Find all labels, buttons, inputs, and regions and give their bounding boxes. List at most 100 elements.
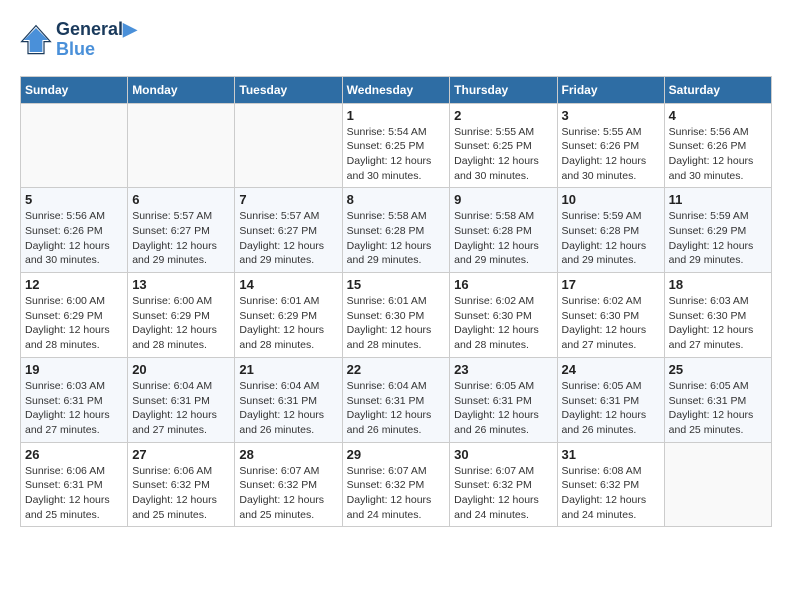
calendar-day-cell: 11 Sunrise: 5:59 AM Sunset: 6:29 PM Dayli… <box>664 188 771 273</box>
day-number: 13 <box>132 277 230 292</box>
day-info: Sunrise: 5:56 AM Sunset: 6:26 PM Dayligh… <box>669 125 767 184</box>
day-info: Sunrise: 6:05 AM Sunset: 6:31 PM Dayligh… <box>669 379 767 438</box>
calendar-day-cell: 26 Sunrise: 6:06 AM Sunset: 6:31 PM Dayli… <box>21 442 128 527</box>
day-info: Sunrise: 6:06 AM Sunset: 6:32 PM Dayligh… <box>132 464 230 523</box>
day-header-wednesday: Wednesday <box>342 76 450 103</box>
day-number: 17 <box>562 277 660 292</box>
calendar-week-4: 19 Sunrise: 6:03 AM Sunset: 6:31 PM Dayli… <box>21 357 772 442</box>
calendar-week-5: 26 Sunrise: 6:06 AM Sunset: 6:31 PM Dayli… <box>21 442 772 527</box>
day-header-sunday: Sunday <box>21 76 128 103</box>
calendar-day-cell <box>21 103 128 188</box>
day-info: Sunrise: 6:02 AM Sunset: 6:30 PM Dayligh… <box>562 294 660 353</box>
day-info: Sunrise: 6:07 AM Sunset: 6:32 PM Dayligh… <box>454 464 552 523</box>
calendar-day-cell: 13 Sunrise: 6:00 AM Sunset: 6:29 PM Dayli… <box>128 273 235 358</box>
day-number: 8 <box>347 192 446 207</box>
day-info: Sunrise: 6:05 AM Sunset: 6:31 PM Dayligh… <box>454 379 552 438</box>
day-number: 22 <box>347 362 446 377</box>
day-number: 26 <box>25 447 123 462</box>
calendar-day-cell: 3 Sunrise: 5:55 AM Sunset: 6:26 PM Daylig… <box>557 103 664 188</box>
calendar-day-cell: 19 Sunrise: 6:03 AM Sunset: 6:31 PM Dayli… <box>21 357 128 442</box>
logo-text: General▶ Blue <box>56 20 137 60</box>
calendar-day-cell <box>235 103 342 188</box>
day-number: 2 <box>454 108 552 123</box>
day-info: Sunrise: 5:58 AM Sunset: 6:28 PM Dayligh… <box>347 209 446 268</box>
day-number: 24 <box>562 362 660 377</box>
calendar-day-cell: 16Sunrise: 6:02 AM Sunset: 6:30 PM Dayli… <box>450 273 557 358</box>
day-number: 1 <box>347 108 446 123</box>
calendar-day-cell: 23 Sunrise: 6:05 AM Sunset: 6:31 PM Dayli… <box>450 357 557 442</box>
day-info: Sunrise: 5:56 AM Sunset: 6:26 PM Dayligh… <box>25 209 123 268</box>
calendar-week-3: 12 Sunrise: 6:00 AM Sunset: 6:29 PM Dayli… <box>21 273 772 358</box>
day-number: 19 <box>25 362 123 377</box>
calendar-table: SundayMondayTuesdayWednesdayThursdayFrid… <box>20 76 772 528</box>
calendar-day-cell: 20Sunrise: 6:04 AM Sunset: 6:31 PM Dayli… <box>128 357 235 442</box>
day-info: Sunrise: 5:57 AM Sunset: 6:27 PM Dayligh… <box>132 209 230 268</box>
calendar-day-cell: 15 Sunrise: 6:01 AM Sunset: 6:30 PM Dayli… <box>342 273 450 358</box>
day-number: 9 <box>454 192 552 207</box>
day-info: Sunrise: 5:55 AM Sunset: 6:26 PM Dayligh… <box>562 125 660 184</box>
day-number: 28 <box>239 447 337 462</box>
calendar-day-cell: 31Sunrise: 6:08 AM Sunset: 6:32 PM Dayli… <box>557 442 664 527</box>
day-number: 10 <box>562 192 660 207</box>
day-number: 23 <box>454 362 552 377</box>
calendar-week-1: 1 Sunrise: 5:54 AM Sunset: 6:25 PM Daylig… <box>21 103 772 188</box>
day-info: Sunrise: 5:57 AM Sunset: 6:27 PM Dayligh… <box>239 209 337 268</box>
calendar-week-2: 5 Sunrise: 5:56 AM Sunset: 6:26 PM Daylig… <box>21 188 772 273</box>
calendar-day-cell: 8 Sunrise: 5:58 AM Sunset: 6:28 PM Daylig… <box>342 188 450 273</box>
calendar-day-cell: 25Sunrise: 6:05 AM Sunset: 6:31 PM Dayli… <box>664 357 771 442</box>
calendar-day-cell: 28 Sunrise: 6:07 AM Sunset: 6:32 PM Dayli… <box>235 442 342 527</box>
day-number: 16 <box>454 277 552 292</box>
day-header-saturday: Saturday <box>664 76 771 103</box>
calendar-day-cell: 27 Sunrise: 6:06 AM Sunset: 6:32 PM Dayli… <box>128 442 235 527</box>
calendar-day-cell: 21 Sunrise: 6:04 AM Sunset: 6:31 PM Dayli… <box>235 357 342 442</box>
day-info: Sunrise: 6:07 AM Sunset: 6:32 PM Dayligh… <box>347 464 446 523</box>
calendar-day-cell: 4 Sunrise: 5:56 AM Sunset: 6:26 PM Daylig… <box>664 103 771 188</box>
day-info: Sunrise: 6:00 AM Sunset: 6:29 PM Dayligh… <box>25 294 123 353</box>
calendar-header-row: SundayMondayTuesdayWednesdayThursdayFrid… <box>21 76 772 103</box>
day-info: Sunrise: 6:05 AM Sunset: 6:31 PM Dayligh… <box>562 379 660 438</box>
calendar-day-cell: 24 Sunrise: 6:05 AM Sunset: 6:31 PM Dayli… <box>557 357 664 442</box>
day-number: 18 <box>669 277 767 292</box>
day-number: 3 <box>562 108 660 123</box>
day-number: 15 <box>347 277 446 292</box>
day-number: 11 <box>669 192 767 207</box>
calendar-day-cell: 17 Sunrise: 6:02 AM Sunset: 6:30 PM Dayli… <box>557 273 664 358</box>
day-info: Sunrise: 5:59 AM Sunset: 6:28 PM Dayligh… <box>562 209 660 268</box>
day-info: Sunrise: 5:58 AM Sunset: 6:28 PM Dayligh… <box>454 209 552 268</box>
day-info: Sunrise: 6:01 AM Sunset: 6:30 PM Dayligh… <box>347 294 446 353</box>
day-number: 4 <box>669 108 767 123</box>
day-info: Sunrise: 6:03 AM Sunset: 6:30 PM Dayligh… <box>669 294 767 353</box>
day-number: 29 <box>347 447 446 462</box>
day-info: Sunrise: 6:01 AM Sunset: 6:29 PM Dayligh… <box>239 294 337 353</box>
logo-icon <box>20 24 52 56</box>
day-number: 31 <box>562 447 660 462</box>
day-info: Sunrise: 6:04 AM Sunset: 6:31 PM Dayligh… <box>239 379 337 438</box>
day-number: 5 <box>25 192 123 207</box>
day-info: Sunrise: 5:55 AM Sunset: 6:25 PM Dayligh… <box>454 125 552 184</box>
calendar-day-cell: 12 Sunrise: 6:00 AM Sunset: 6:29 PM Dayli… <box>21 273 128 358</box>
day-header-monday: Monday <box>128 76 235 103</box>
day-info: Sunrise: 6:03 AM Sunset: 6:31 PM Dayligh… <box>25 379 123 438</box>
calendar-day-cell: 6 Sunrise: 5:57 AM Sunset: 6:27 PM Daylig… <box>128 188 235 273</box>
calendar-day-cell: 5 Sunrise: 5:56 AM Sunset: 6:26 PM Daylig… <box>21 188 128 273</box>
day-number: 27 <box>132 447 230 462</box>
day-info: Sunrise: 6:04 AM Sunset: 6:31 PM Dayligh… <box>132 379 230 438</box>
day-header-tuesday: Tuesday <box>235 76 342 103</box>
day-header-thursday: Thursday <box>450 76 557 103</box>
day-info: Sunrise: 6:00 AM Sunset: 6:29 PM Dayligh… <box>132 294 230 353</box>
calendar-day-cell: 2 Sunrise: 5:55 AM Sunset: 6:25 PM Daylig… <box>450 103 557 188</box>
day-info: Sunrise: 6:04 AM Sunset: 6:31 PM Dayligh… <box>347 379 446 438</box>
calendar-body: 1 Sunrise: 5:54 AM Sunset: 6:25 PM Daylig… <box>21 103 772 527</box>
calendar-day-cell <box>664 442 771 527</box>
calendar-day-cell: 14Sunrise: 6:01 AM Sunset: 6:29 PM Dayli… <box>235 273 342 358</box>
day-info: Sunrise: 5:59 AM Sunset: 6:29 PM Dayligh… <box>669 209 767 268</box>
day-info: Sunrise: 5:54 AM Sunset: 6:25 PM Dayligh… <box>347 125 446 184</box>
calendar-day-cell: 7 Sunrise: 5:57 AM Sunset: 6:27 PM Daylig… <box>235 188 342 273</box>
day-info: Sunrise: 6:07 AM Sunset: 6:32 PM Dayligh… <box>239 464 337 523</box>
day-number: 6 <box>132 192 230 207</box>
day-number: 7 <box>239 192 337 207</box>
day-info: Sunrise: 6:06 AM Sunset: 6:31 PM Dayligh… <box>25 464 123 523</box>
day-number: 21 <box>239 362 337 377</box>
day-number: 30 <box>454 447 552 462</box>
day-number: 12 <box>25 277 123 292</box>
